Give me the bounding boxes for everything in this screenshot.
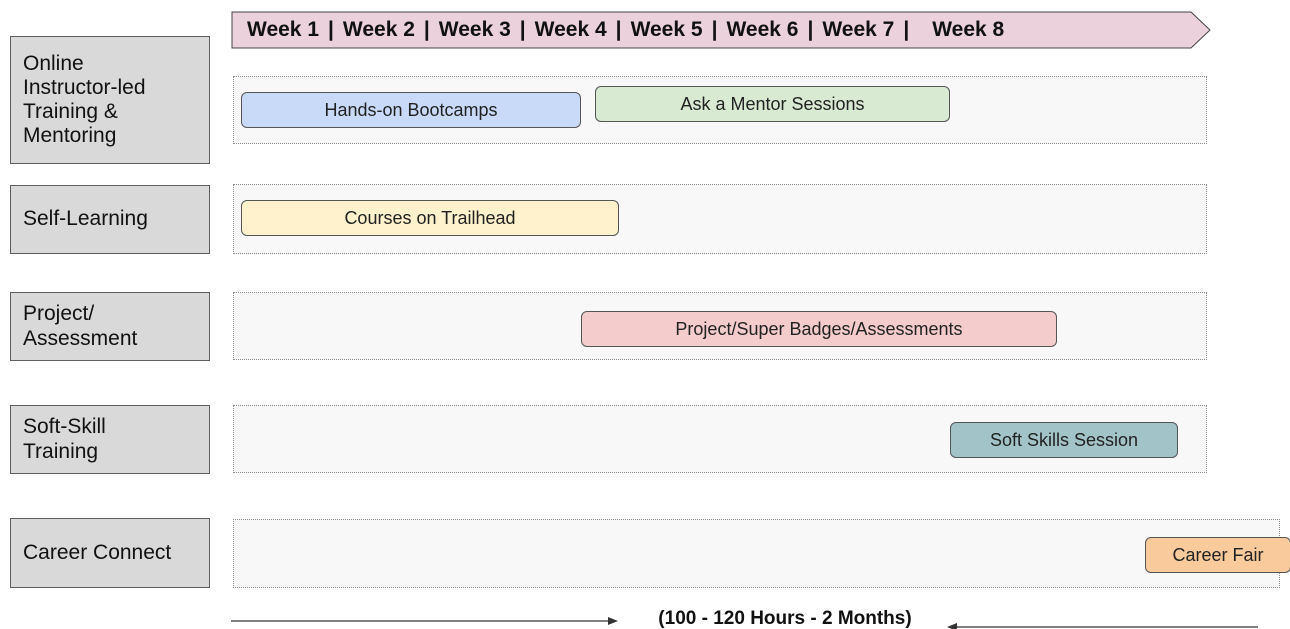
week-label: Week 1 xyxy=(247,18,319,41)
week-separator: | xyxy=(423,18,430,41)
row-label-soft-skill-training: Soft-Skill Training xyxy=(10,405,210,474)
week-label: Week 4 xyxy=(534,18,607,41)
week-label: Week 5 xyxy=(630,18,703,41)
row-label-career-connect: Career Connect xyxy=(10,518,210,588)
week-separator: | xyxy=(615,18,622,41)
bar-ask-a-mentor-sessions: Ask a Mentor Sessions xyxy=(595,86,950,122)
week-label: Week 6 xyxy=(726,18,799,41)
week-separator: | xyxy=(903,18,910,41)
bar-soft-skills-session: Soft Skills Session xyxy=(950,422,1178,458)
lane-career-connect xyxy=(233,519,1280,588)
row-label-project-assessment: Project/ Assessment xyxy=(10,292,210,361)
week-separator: | xyxy=(711,18,718,41)
week-label: Week 7 xyxy=(822,18,895,41)
week-labels: Week 1 | Week 2 | Week 3 | Week 4 | Week… xyxy=(231,11,1211,49)
row-label-self-learning: Self-Learning xyxy=(10,185,210,254)
week-label: Week 3 xyxy=(438,18,511,41)
row-label-instructor-led-training: Online Instructor-led Training & Mentori… xyxy=(10,36,210,164)
duration-arrowhead-left xyxy=(608,617,618,625)
training-timeline-diagram: Week 1 | Week 2 | Week 3 | Week 4 | Week… xyxy=(0,0,1290,629)
week-separator: | xyxy=(519,18,526,41)
bar-courses-on-trailhead: Courses on Trailhead xyxy=(241,200,619,236)
bar-career-fair: Career Fair xyxy=(1145,537,1290,573)
bar-project-super-badges-assessments: Project/Super Badges/Assessments xyxy=(581,311,1057,347)
week-label: Week 8 xyxy=(932,18,1005,41)
week-separator: | xyxy=(807,18,814,41)
duration-label: (100 - 120 Hours - 2 Months) xyxy=(658,608,912,629)
week-separator: | xyxy=(328,18,334,41)
week-label: Week 2 xyxy=(342,18,415,41)
bar-hands-on-bootcamps: Hands-on Bootcamps xyxy=(241,92,581,128)
